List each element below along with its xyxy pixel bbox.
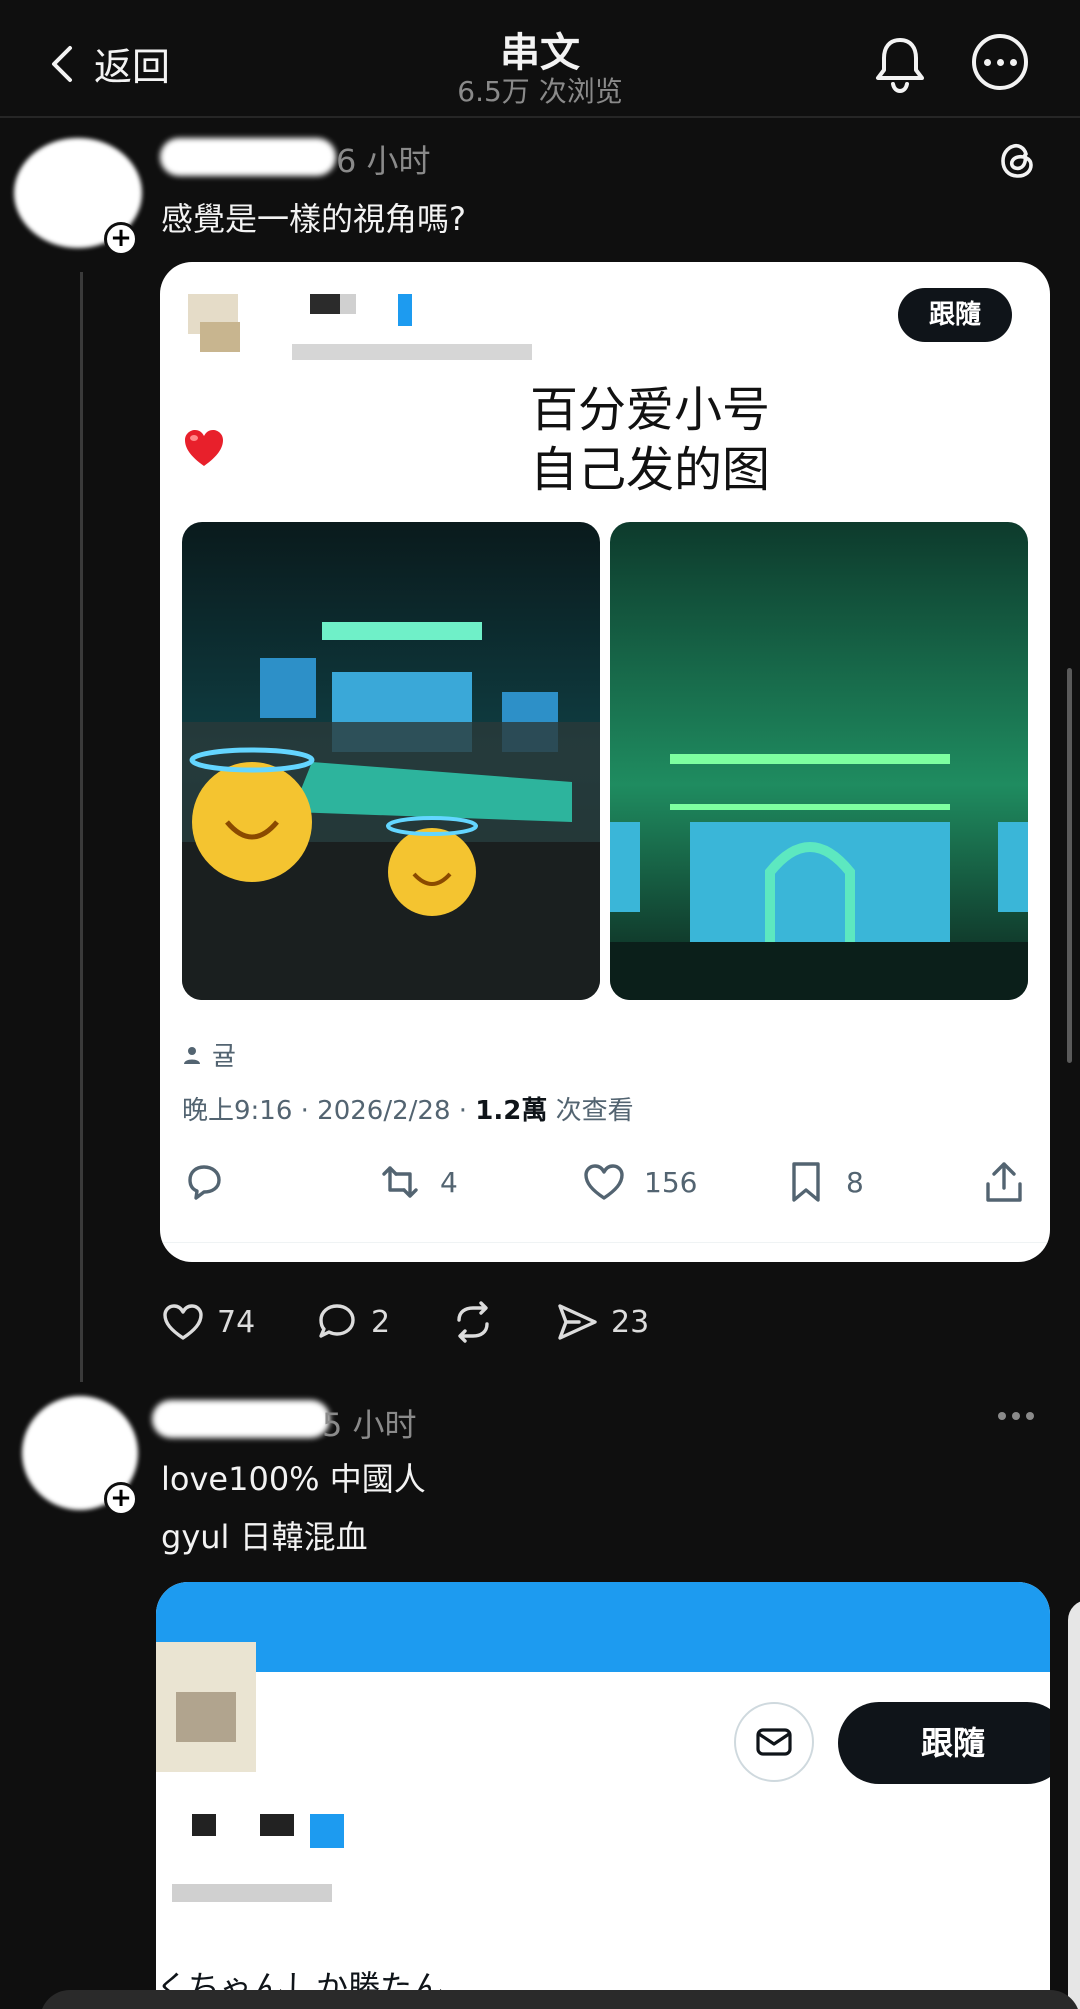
username-redacted[interactable]	[160, 138, 336, 176]
username-redacted[interactable]	[152, 1400, 330, 1438]
red-heart-emoji-icon	[185, 430, 223, 466]
name-pixelated	[260, 1814, 294, 1836]
like-count: 74	[217, 1304, 256, 1340]
mail-envelope-icon	[756, 1728, 792, 1756]
tagged-user-name: 귤	[212, 1042, 236, 1072]
message-button[interactable]	[734, 1702, 814, 1782]
concert-photo-left[interactable]	[182, 522, 600, 1000]
follow-plus-icon[interactable]: +	[104, 1482, 138, 1516]
send-button[interactable]: 23	[555, 1300, 649, 1344]
bookmark-icon	[792, 1162, 820, 1202]
tweet-view-label: 次查看	[547, 1096, 634, 1126]
dot	[1012, 1412, 1020, 1420]
post-time: 5 小时	[322, 1406, 417, 1444]
share-button[interactable]	[982, 1160, 1026, 1204]
bell-icon[interactable]	[872, 34, 928, 94]
dot	[998, 1412, 1006, 1420]
tweet-meta: 晚上9:16 · 2026/2/28 · 1.2萬 次查看	[182, 1090, 634, 1127]
tweet-view-count: 1.2萬	[475, 1096, 548, 1126]
post-text-line: love100% 中國人	[161, 1460, 426, 1498]
thread-page: 返回 串文 6.5万 次浏览 + 6 小时 感覺是一樣的視角嗎? 跟隨 百分爱小…	[0, 0, 1080, 2009]
name-pixelated	[310, 294, 340, 314]
person-icon	[184, 1046, 200, 1064]
post-text: 感覺是一樣的視角嗎?	[161, 200, 466, 238]
verified-badge-icon	[310, 1814, 344, 1848]
scrollbar[interactable]	[1067, 668, 1072, 1063]
post-text-line: gyul 日韓混血	[161, 1518, 368, 1556]
like-button[interactable]: 156	[582, 1160, 697, 1204]
name-pixelated	[192, 1814, 216, 1836]
thread-connector	[80, 272, 83, 1382]
more-options-button[interactable]	[972, 34, 1028, 90]
tweet-timestamp: 晚上9:16 · 2026/2/28 ·	[182, 1096, 476, 1126]
heart-icon	[584, 1164, 624, 1200]
top-bar: 返回 串文 6.5万 次浏览	[0, 0, 1080, 118]
divider	[160, 1242, 1050, 1243]
like-count: 156	[644, 1165, 698, 1199]
send-paper-plane-icon	[558, 1304, 597, 1340]
reply-button[interactable]	[182, 1160, 226, 1204]
dot	[1009, 58, 1017, 66]
dot	[996, 58, 1004, 66]
dot	[983, 58, 991, 66]
post-reactions: 74 2 23	[161, 1300, 761, 1348]
retweet-icon	[382, 1166, 418, 1198]
profile-card-screenshot[interactable]: 跟隨 くちゃんしか勝たん	[156, 1582, 1050, 2009]
send-count: 23	[611, 1304, 650, 1340]
follow-button[interactable]: 跟隨	[838, 1702, 1050, 1784]
bottom-sheet-handle[interactable]	[40, 1990, 1080, 2009]
follow-button[interactable]: 跟隨	[898, 288, 1012, 342]
reply-count: 2	[371, 1304, 391, 1340]
avatar-pixelated	[200, 322, 240, 352]
concert-photo-right[interactable]	[610, 522, 1028, 1000]
reply-bubble-icon	[188, 1165, 221, 1200]
heart-icon	[163, 1304, 203, 1340]
reply-button[interactable]: 2	[315, 1300, 390, 1344]
repost-button[interactable]	[451, 1300, 495, 1344]
caption-line: 百分爱小号	[530, 382, 771, 438]
comment-bubble-icon	[319, 1304, 355, 1338]
threads-logo-icon[interactable]	[996, 138, 1040, 182]
profile-banner	[156, 1582, 1050, 1672]
avatar-pixelated	[176, 1692, 236, 1742]
post-time: 6 小时	[336, 142, 431, 180]
bookmark-count: 8	[846, 1165, 864, 1199]
concert-photo-image	[610, 522, 1028, 1000]
name-pixelated	[340, 294, 356, 314]
bookmark-button[interactable]: 8	[784, 1160, 864, 1204]
repost-icon	[457, 1301, 489, 1343]
post-options-icon[interactable]	[998, 1412, 1034, 1420]
tagged-user[interactable]: 귤	[182, 1036, 236, 1073]
tweet-actions: 4 156 8	[182, 1160, 1032, 1210]
verified-badge-icon	[398, 294, 412, 326]
retweet-button[interactable]: 4	[378, 1160, 458, 1204]
caption-line: 自己发的图	[530, 442, 771, 498]
dot	[1026, 1412, 1034, 1420]
quoted-tweet-card[interactable]: 跟隨 百分爱小号 自己发的图 귤 晚上9:16 · 2026/2/28 · 1.…	[160, 262, 1050, 1262]
retweet-count: 4	[440, 1165, 458, 1199]
concert-photo-image	[182, 522, 600, 1000]
handle-pixelated	[172, 1884, 332, 1902]
share-upload-icon	[986, 1162, 1022, 1202]
follow-plus-icon[interactable]: +	[104, 222, 138, 256]
image-caption: 百分爱小号 自己发的图	[530, 380, 950, 500]
handle-pixelated	[292, 344, 532, 360]
like-button[interactable]: 74	[161, 1300, 255, 1344]
next-image-peek[interactable]	[1068, 1600, 1080, 2009]
